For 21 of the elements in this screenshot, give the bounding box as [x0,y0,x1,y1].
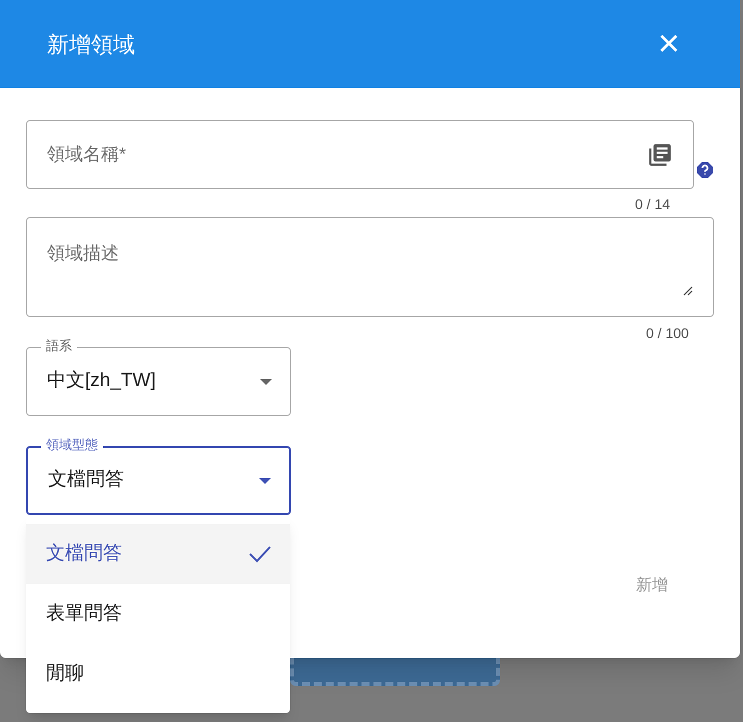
menu-item[interactable]: 表單問答 [26,584,290,644]
dropdown-arrow-icon [259,478,271,484]
menu-item[interactable]: 文檔問答 [26,524,290,584]
resize-handle-icon[interactable] [683,286,693,296]
checkmark-icon [248,544,272,564]
library-icon[interactable] [647,142,674,168]
character-counter: 0 / 100 [646,324,689,343]
help-icon[interactable] [696,161,714,179]
select-value: 中文[zh_TW] [47,369,156,394]
character-counter: 0 / 14 [635,195,670,214]
select-value: 文檔問答 [48,468,124,492]
menu-item[interactable]: 閒聊 [26,644,290,704]
select-label: 語系 [41,337,77,355]
dropdown-arrow-icon [260,378,272,384]
select-label: 領域型態 [41,436,103,454]
description-field[interactable]: 領域描述 [26,217,714,317]
name-field[interactable]: 領域名稱* [26,120,694,189]
name-input[interactable]: 領域名稱* [47,141,547,168]
close-button[interactable]: × [658,25,680,63]
dialog-title: 新增領域 [47,30,135,58]
description-input[interactable]: 領域描述 [47,240,667,290]
